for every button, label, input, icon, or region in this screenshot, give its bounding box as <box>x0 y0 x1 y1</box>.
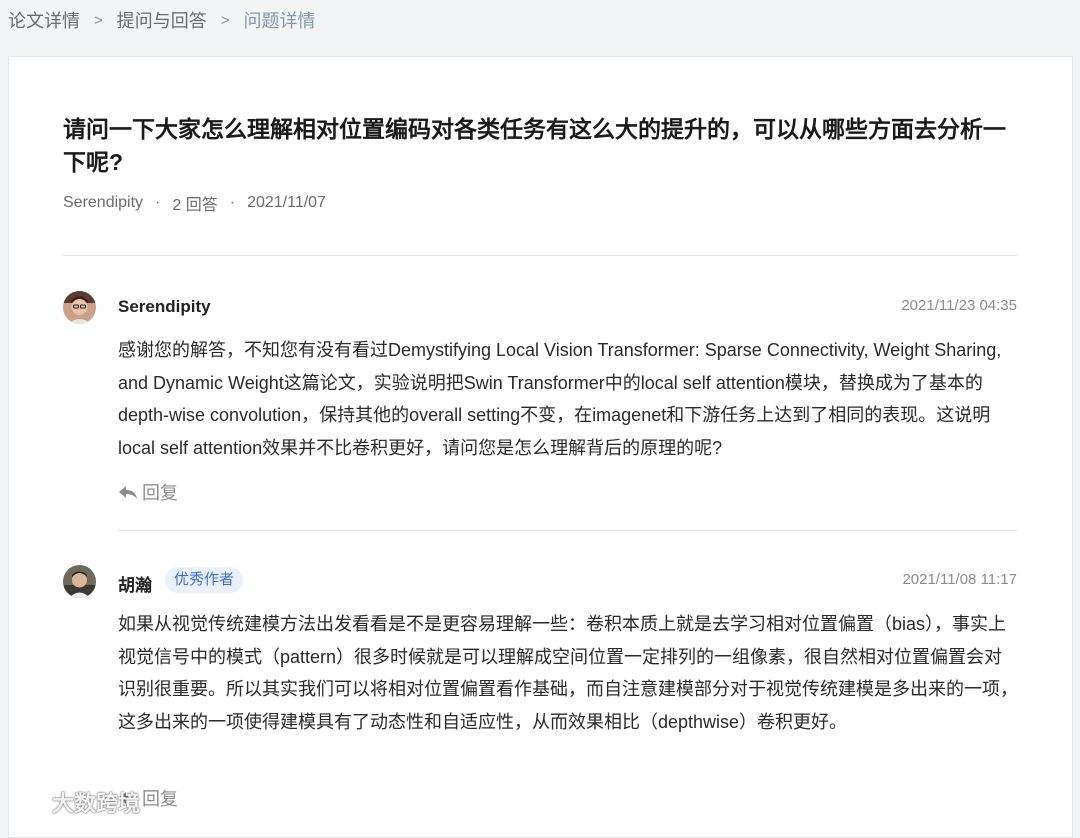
question-meta: Serendipity · 2 回答 · 2021/11/07 <box>63 191 326 215</box>
answer-content: 感谢您的解答，不知您有没有看过Demystifying Local Vision… <box>118 340 1002 458</box>
answer-author[interactable]: 胡瀚 <box>118 571 152 596</box>
avatar[interactable] <box>63 565 96 598</box>
question-date: 2021/11/07 <box>247 194 326 211</box>
reply-arrow-icon <box>119 486 137 499</box>
avatar[interactable] <box>63 291 96 324</box>
divider <box>63 255 1017 256</box>
reply-button[interactable]: 回复 <box>118 479 178 505</box>
answer-content: 如果从视觉传统建模方法出发看看是不是更容易理解一些：卷积本质上就是去学习相对位置… <box>118 614 1018 732</box>
watermark: 大数跨境 <box>8 786 140 818</box>
answer-author[interactable]: Serendipity <box>118 297 211 317</box>
breadcrumb-current: 问题详情 <box>243 11 316 31</box>
meta-separator: · <box>155 194 161 211</box>
divider <box>118 530 1017 531</box>
excellent-author-badge: 优秀作者 <box>165 567 244 593</box>
reply-label: 回复 <box>142 789 178 809</box>
watermark-text: 大数跨境 <box>52 791 141 816</box>
answer-count: 2 回答 <box>172 197 218 214</box>
wechat-logo-icon <box>9 789 48 813</box>
breadcrumb: 论文详情 > 提问与回答 > 问题详情 <box>8 6 316 34</box>
breadcrumb-item-paper-detail[interactable]: 论文详情 <box>8 7 80 33</box>
breadcrumb-separator: > <box>94 11 103 29</box>
answer-time: 2021/11/08 11:17 <box>902 571 1017 588</box>
breadcrumb-item-qa[interactable]: 提问与回答 <box>117 7 207 33</box>
meta-separator: · <box>229 194 236 211</box>
question-title: 请问一下大家怎么理解相对位置编码对各类任务有这么大的提升的，可以从哪些方面去分析… <box>63 116 1006 175</box>
breadcrumb-separator: > <box>220 11 230 29</box>
question-card: 请问一下大家怎么理解相对位置编码对各类任务有这么大的提升的，可以从哪些方面去分析… <box>8 56 1073 838</box>
question-author[interactable]: Serendipity <box>63 194 143 212</box>
reply-label: 回复 <box>142 483 178 503</box>
answer-time: 2021/11/23 04:35 <box>901 297 1017 314</box>
